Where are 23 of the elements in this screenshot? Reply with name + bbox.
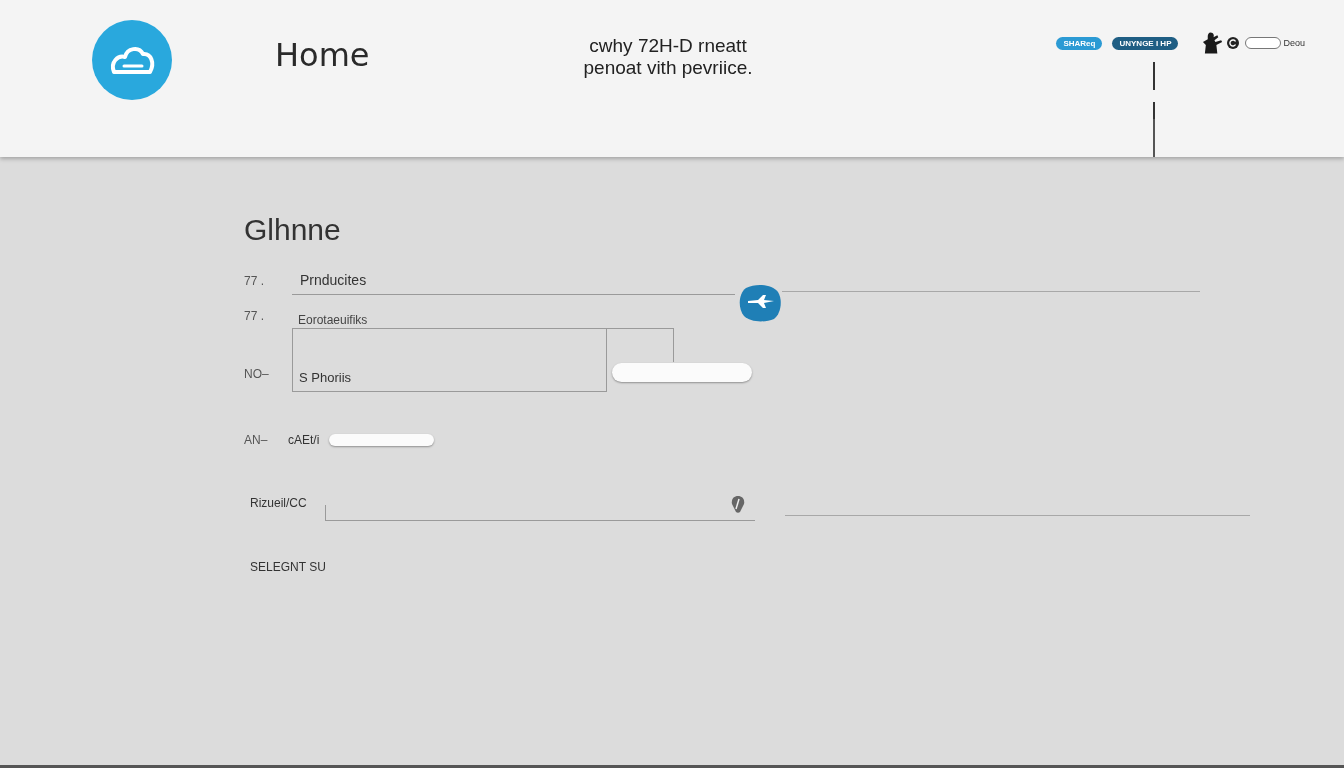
input-field[interactable] — [329, 434, 435, 446]
row-marker: 77 . — [244, 273, 265, 289]
input-field[interactable]: S Phoriis — [292, 328, 607, 392]
page-title: Home — [275, 36, 370, 74]
pill-button[interactable]: UNYNGE I HP — [1112, 36, 1179, 50]
input-field[interactable] — [1245, 37, 1282, 49]
row-marker: AN– — [244, 432, 269, 448]
row-marker: 77 . — [244, 308, 264, 324]
airplane-icon — [738, 284, 782, 322]
cloud-logo-icon — [92, 20, 172, 100]
pin-icon — [731, 496, 745, 513]
row-marker: NO– — [244, 366, 269, 382]
field-label: cAEt/i — [288, 432, 320, 448]
input-field[interactable]: Prnducites — [292, 268, 735, 295]
field-label: Eorotaeuifiks — [298, 313, 368, 327]
section-label: SELEGNT SU — [250, 559, 326, 575]
section-heading: Glhnne — [244, 212, 341, 248]
input-field[interactable] — [612, 363, 752, 382]
copyright-icon[interactable] — [1227, 37, 1240, 49]
field-outline — [607, 328, 674, 362]
field-label: Rizueil/CC — [250, 495, 308, 511]
user-name: Deou — [1283, 38, 1305, 48]
tagline: cwhy 72H-D rneatt penoat vith pevriice. — [583, 35, 753, 79]
